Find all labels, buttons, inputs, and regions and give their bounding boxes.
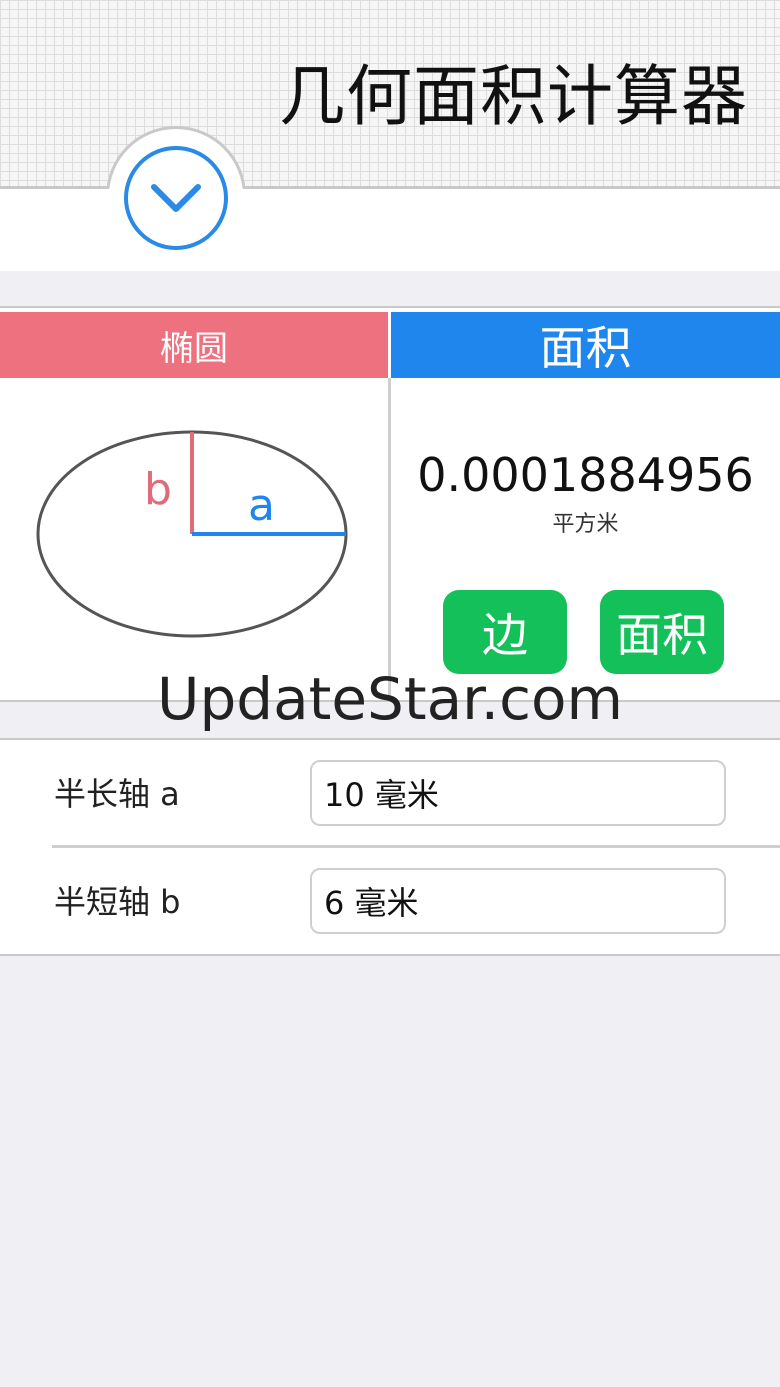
panel-divider [388, 378, 391, 700]
ellipse-diagram: b a [36, 430, 348, 638]
label-b: b [144, 464, 172, 515]
side-button[interactable]: 边 [443, 590, 567, 674]
toggle-menu-button[interactable] [124, 146, 228, 250]
semi-major-axis-input[interactable] [310, 760, 726, 826]
semi-minor-axis-input[interactable] [310, 868, 726, 934]
field-divider [52, 845, 780, 848]
app-title: 几何面积计算器 [279, 58, 748, 135]
shape-name-header: 椭圆 [0, 312, 388, 378]
semi-major-axis-label: 半长轴 a [54, 775, 180, 813]
label-a: a [248, 480, 275, 531]
watermark-text: UpdateStar.com [157, 665, 623, 733]
chevron-down-icon [151, 184, 201, 212]
area-result-value: 0.0001884956 [417, 448, 754, 502]
area-button[interactable]: 面积 [600, 590, 724, 674]
result-header: 面积 [391, 312, 780, 378]
semi-minor-axis-label: 半短轴 b [54, 883, 181, 921]
area-result-unit: 平方米 [552, 512, 619, 537]
